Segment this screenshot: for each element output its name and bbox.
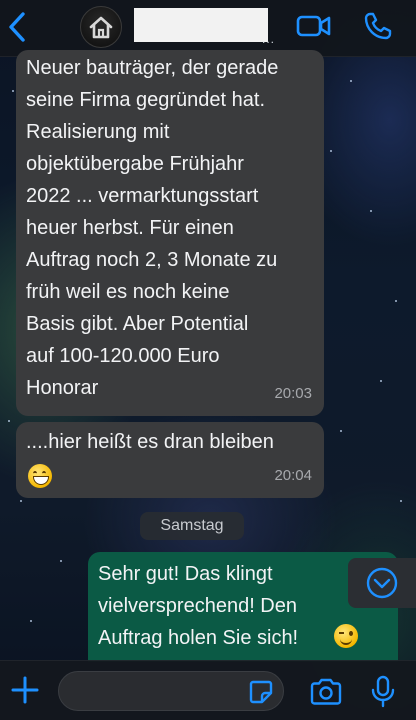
chevron-down-circle-icon [366, 567, 398, 599]
message-text: Neuer bauträger, der gerade seine Firma … [26, 57, 279, 399]
phone-icon [364, 12, 392, 40]
message-composer [0, 660, 416, 720]
message-text-content: ....hier heißt es dran bleiben [26, 431, 274, 453]
message-incoming[interactable]: ....hier heißt es dran bleiben 20:04 [16, 422, 324, 498]
sticker-button[interactable] [248, 679, 274, 705]
attach-button[interactable] [10, 675, 40, 705]
house-icon [89, 16, 113, 39]
message-text: Sehr gut! Das klingt vielversprechend! D… [98, 558, 348, 654]
camera-icon [310, 678, 342, 705]
message-incoming[interactable]: Neuer bauträger, der gerade seine Firma … [16, 50, 324, 416]
microphone-icon [371, 675, 395, 708]
voice-call-button[interactable] [362, 10, 394, 42]
contact-subtitle: ... [262, 32, 276, 46]
message-text: ....hier heißt es dran bleiben [26, 426, 322, 458]
video-call-button[interactable] [296, 12, 332, 40]
chevron-left-icon [9, 12, 25, 42]
date-separator: Samstag [140, 512, 244, 540]
sticker-icon [249, 680, 273, 704]
chat-header: ... [0, 0, 416, 57]
winking-face-emoji-icon [334, 624, 358, 648]
voice-message-button[interactable] [370, 675, 396, 709]
plus-icon [11, 676, 39, 704]
video-camera-icon [296, 15, 331, 37]
contact-avatar[interactable] [80, 6, 122, 48]
scroll-to-bottom-button[interactable] [348, 558, 416, 608]
message-time: 20:03 [274, 385, 312, 402]
contact-name-redacted[interactable] [134, 8, 268, 42]
message-time: 20:04 [274, 467, 312, 484]
camera-button[interactable] [308, 677, 344, 707]
grinning-face-emoji-icon [28, 464, 52, 488]
message-text-content: Sehr gut! Das klingt vielversprechend! D… [98, 563, 299, 649]
back-button[interactable] [4, 10, 30, 44]
